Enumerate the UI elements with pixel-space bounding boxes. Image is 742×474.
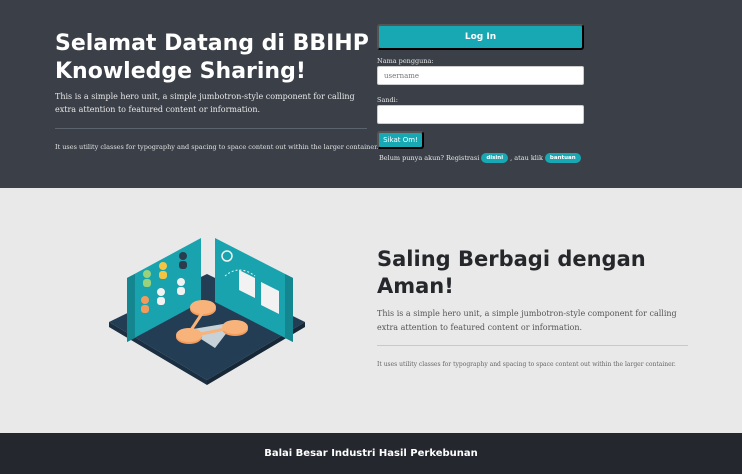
login-button[interactable]: Log In	[377, 24, 584, 50]
hero-title: Selamat Datang di BBIHP Knowledge Sharin…	[55, 31, 369, 84]
hero-section: Selamat Datang di BBIHP Knowledge Sharin…	[0, 0, 742, 188]
password-label: Sandi:	[377, 96, 398, 104]
footer: Balai Besar Industri Hasil Perkebunan	[0, 433, 742, 474]
section-divider	[377, 345, 688, 346]
knowledge-sharing-illustration	[105, 230, 310, 385]
help-link[interactable]: bantuan	[544, 153, 581, 163]
signup-prefix-text: Belum punya akun? Registrasi	[379, 154, 480, 162]
signup-link[interactable]: disini	[481, 153, 509, 163]
hero-small-text: It uses utility classes for typography a…	[55, 143, 379, 151]
hero-lead-text: This is a simple hero unit, a simple jum…	[55, 92, 355, 114]
help-prefix-text: , atau klik	[510, 154, 543, 162]
signup-line: Belum punya akun? Registrasi disini , at…	[379, 153, 581, 163]
username-input[interactable]	[377, 66, 584, 85]
section-small-text: It uses utility classes for typography a…	[377, 361, 676, 368]
isometric-illustration-icon	[109, 238, 305, 385]
password-input[interactable]	[377, 105, 584, 124]
hero-divider	[55, 128, 367, 129]
submit-button[interactable]: Sikat Om!	[377, 131, 424, 149]
footer-text: Balai Besar Industri Hasil Perkebunan	[264, 448, 478, 459]
section-title: Saling Berbagi dengan Aman!	[377, 247, 646, 298]
section-lead-text: This is a simple hero unit, a simple jum…	[377, 309, 677, 332]
username-label: Nama pengguna:	[377, 57, 434, 65]
